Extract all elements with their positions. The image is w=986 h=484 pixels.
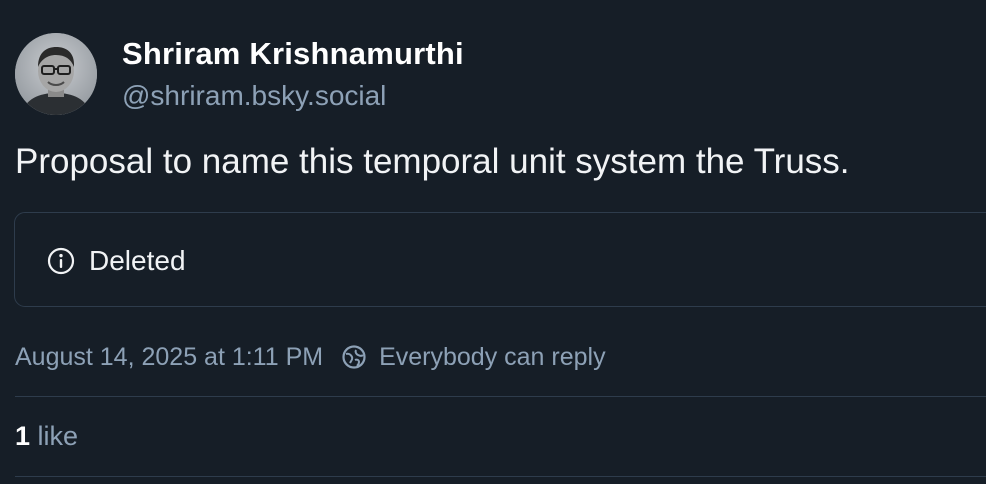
reply-setting[interactable]: Everybody can reply xyxy=(379,343,606,372)
globe-icon xyxy=(342,345,366,369)
likes-count: 1 xyxy=(15,421,31,451)
likes-label: like xyxy=(37,421,79,451)
divider xyxy=(15,396,986,397)
post-text: Proposal to name this temporal unit syst… xyxy=(15,142,850,181)
post-meta: August 14, 2025 at 1:11 PM Everybody can… xyxy=(15,341,606,373)
author-handle[interactable]: @shriram.bsky.social xyxy=(122,80,386,112)
post-timestamp: August 14, 2025 at 1:11 PM xyxy=(15,342,324,371)
person-photo-icon xyxy=(15,33,97,115)
author-avatar[interactable] xyxy=(15,33,97,115)
likes-link[interactable]: 1 like xyxy=(15,421,78,452)
post-thread-view: Shriram Krishnamurthi @shriram.bsky.soci… xyxy=(0,0,986,484)
info-circle-icon xyxy=(47,247,75,275)
divider xyxy=(15,476,986,477)
embed-label: Deleted xyxy=(89,245,186,276)
author-display-name[interactable]: Shriram Krishnamurthi xyxy=(122,36,464,72)
deleted-embed-card: Deleted xyxy=(14,212,986,307)
